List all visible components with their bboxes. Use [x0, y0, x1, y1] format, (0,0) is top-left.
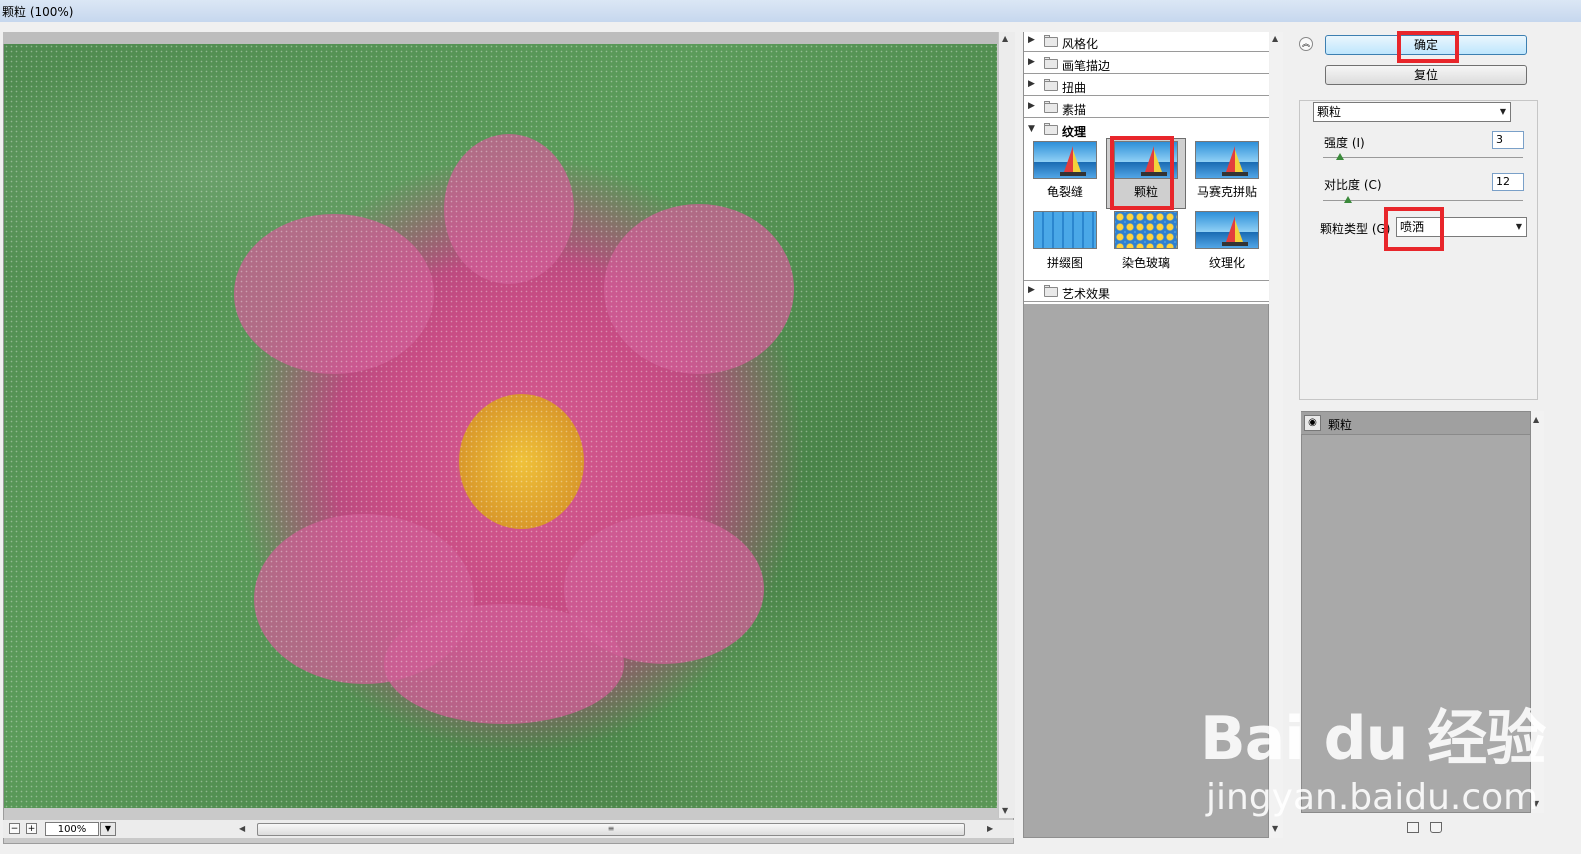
folder-icon: [1044, 103, 1058, 113]
intensity-slider-knob[interactable]: [1336, 153, 1344, 160]
expand-triangle-icon: ▶: [1028, 285, 1035, 295]
scroll-down-icon[interactable]: ▼: [1002, 806, 1008, 815]
filter-label-grain: 颗粒: [1133, 185, 1158, 199]
filter-label-mosaic-tiles: 马赛克拼贴: [1196, 185, 1257, 199]
trash-icon[interactable]: [1430, 822, 1442, 833]
zoom-in-button[interactable]: +: [26, 823, 37, 834]
grain-noise-overlay: [4, 44, 997, 808]
contrast-slider-track[interactable]: [1323, 200, 1523, 201]
title-bar: 颗粒 (100%): [0, 0, 1581, 23]
scroll-right-icon[interactable]: ▶: [987, 824, 993, 833]
zoom-out-button[interactable]: −: [9, 823, 20, 834]
filter-label-texturizer: 纹理化: [1208, 256, 1245, 270]
category-stylize[interactable]: ▶ 风格化: [1024, 32, 1269, 52]
contrast-slider-knob[interactable]: [1344, 196, 1352, 203]
scroll-down-icon[interactable]: ▼: [1272, 824, 1278, 833]
scroll-up-icon[interactable]: ▲: [1272, 34, 1278, 43]
filter-label-craquelure: 龟裂缝: [1046, 185, 1083, 199]
folder-icon: [1044, 59, 1058, 69]
folder-icon: [1044, 37, 1058, 47]
preview-horizontal-scrollbar[interactable]: ◀ ≡ ▶: [237, 822, 999, 836]
chevron-down-icon: ▼: [1499, 107, 1506, 116]
expand-triangle-icon: ▶: [1028, 35, 1035, 45]
category-texture[interactable]: ▼ 纹理: [1024, 120, 1269, 140]
filter-thumb-craquelure[interactable]: [1033, 141, 1097, 179]
filter-type-select[interactable]: 颗粒 ▼: [1313, 102, 1511, 122]
expand-triangle-icon: ▶: [1028, 57, 1035, 67]
eye-icon[interactable]: ◉: [1304, 415, 1321, 431]
category-brush-strokes[interactable]: ▶ 画笔描边: [1024, 54, 1269, 74]
effect-layer-row[interactable]: ◉ 颗粒: [1301, 412, 1530, 435]
grain-type-label: 颗粒类型 (G): [1320, 222, 1391, 236]
category-label: 纹理: [1062, 125, 1087, 139]
filter-thumb-mosaic-tiles[interactable]: [1195, 141, 1259, 179]
category-distort[interactable]: ▶ 扭曲: [1024, 76, 1269, 96]
folder-icon: [1044, 287, 1058, 297]
contrast-label: 对比度 (C): [1324, 178, 1382, 192]
category-label: 素描: [1062, 103, 1087, 117]
expand-triangle-icon: ▶: [1028, 79, 1035, 89]
filter-label-stained-glass: 染色玻璃: [1121, 256, 1170, 270]
filter-thumb-grain[interactable]: [1114, 141, 1178, 179]
expand-triangle-icon: ▶: [1028, 101, 1035, 111]
grain-type-select[interactable]: 喷洒 ▼: [1396, 217, 1527, 237]
filter-thumb-patchwork[interactable]: [1033, 211, 1097, 249]
scroll-left-icon[interactable]: ◀: [239, 824, 245, 833]
preview-bottom-bar: − + 100% ▼ ◀ ≡ ▶: [3, 820, 1014, 838]
category-artistic[interactable]: ▶ 艺术效果: [1024, 282, 1269, 302]
filter-type-value: 颗粒: [1317, 105, 1342, 119]
ok-button[interactable]: 确定: [1325, 35, 1527, 55]
folder-icon: [1044, 81, 1058, 91]
category-sketch[interactable]: ▶ 素描: [1024, 98, 1269, 118]
category-label: 艺术效果: [1062, 287, 1111, 301]
category-label: 风格化: [1062, 37, 1099, 51]
collapse-triangle-icon: ▼: [1028, 124, 1035, 134]
contrast-input[interactable]: 12: [1492, 173, 1524, 191]
scroll-up-icon[interactable]: ▲: [1533, 415, 1539, 424]
watermark-url: jingyan.baidu.com: [1206, 777, 1539, 818]
preview-image[interactable]: [4, 44, 997, 808]
effect-layer-name: 颗粒: [1328, 418, 1353, 432]
grain-type-value: 喷洒: [1400, 220, 1425, 234]
folder-open-icon: [1044, 125, 1058, 135]
preview-vertical-scrollbar[interactable]: ▲ ▼: [998, 32, 1015, 818]
filter-label-patchwork: 拼缀图: [1046, 256, 1083, 270]
double-chevron-up-icon: ︽: [1302, 39, 1310, 48]
preview-top-bar: [3, 32, 998, 44]
horizontal-scroll-thumb[interactable]: ≡: [257, 823, 965, 836]
intensity-input[interactable]: 3: [1492, 131, 1524, 149]
filter-thumb-texturizer[interactable]: [1195, 211, 1259, 249]
chevron-down-icon: ▼: [1515, 222, 1522, 231]
category-label: 画笔描边: [1062, 59, 1111, 73]
baidu-jingyan-watermark: Bai du 经验 jingyan.baidu.com: [1200, 690, 1546, 818]
zoom-level-field[interactable]: 100%: [45, 822, 99, 836]
chevron-down-icon: ▼: [104, 824, 112, 833]
zoom-dropdown-button[interactable]: ▼: [100, 822, 116, 836]
reset-button[interactable]: 复位: [1325, 65, 1527, 85]
collapse-gallery-button[interactable]: ︽: [1299, 37, 1313, 51]
category-label: 扭曲: [1062, 81, 1087, 95]
filter-thumb-stained-glass[interactable]: [1114, 211, 1178, 249]
scroll-up-icon[interactable]: ▲: [1002, 34, 1008, 43]
watermark-brand: Bai du 经验: [1200, 704, 1546, 774]
new-effect-layer-icon[interactable]: [1407, 822, 1419, 833]
intensity-slider-track[interactable]: [1323, 157, 1523, 158]
intensity-label: 强度 (I): [1324, 136, 1365, 150]
window-title: 颗粒 (100%): [2, 5, 74, 19]
